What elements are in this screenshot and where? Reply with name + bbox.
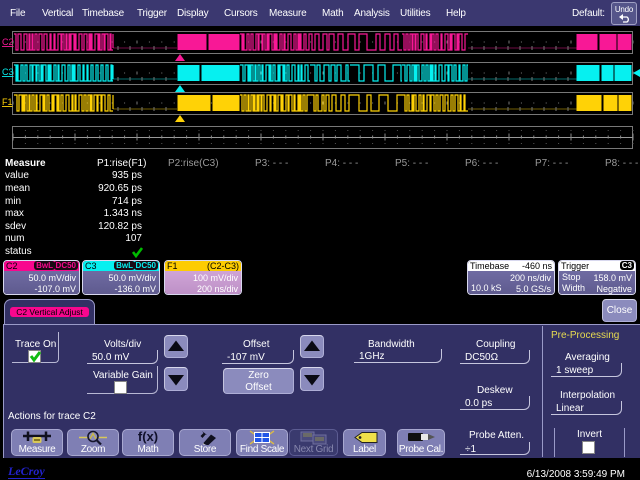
svg-text:F1: F1 xyxy=(2,97,13,107)
svg-text:C2: C2 xyxy=(2,37,14,47)
svg-text:C3: C3 xyxy=(2,67,14,77)
